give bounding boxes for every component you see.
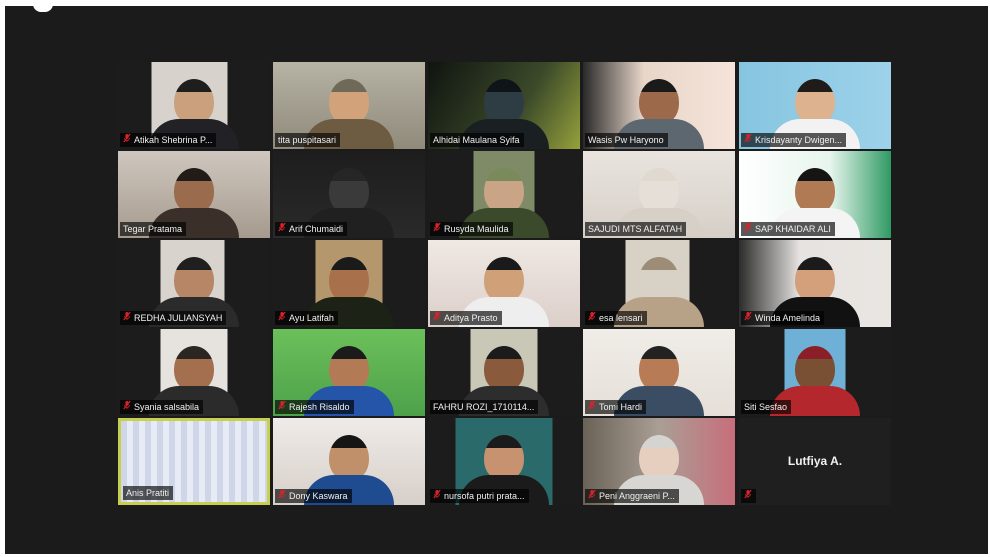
participant-name: Peni Anggraeni P... (599, 491, 675, 501)
participant-label: Wasis Pw Haryono (585, 133, 668, 147)
participant-tile[interactable]: Syania salsabila (118, 329, 270, 416)
participant-name: Rusyda Maulida (444, 224, 509, 234)
muted-mic-icon (433, 489, 441, 503)
participant-label: esa lensari (585, 311, 647, 325)
participant-label: Atikah Shebrina P... (120, 133, 217, 147)
participant-name: SAJUDI MTS ALFATAH (588, 224, 683, 234)
participant-name: esa lensari (599, 313, 643, 323)
participant-tile[interactable]: Arif Chumaidi (273, 151, 425, 238)
muted-mic-icon (123, 133, 131, 147)
participant-tile[interactable]: FAHRU ROZI_1710114... (428, 329, 580, 416)
muted-mic-icon (588, 400, 596, 414)
participant-tile[interactable]: tita puspitasari (273, 62, 425, 149)
muted-mic-icon (588, 311, 596, 325)
participant-tile[interactable]: Tegar Pratama (118, 151, 270, 238)
muted-mic-icon (744, 311, 752, 325)
participant-name: Tegar Pratama (123, 224, 183, 234)
muted-mic-icon (278, 222, 286, 236)
participant-label: Rajesh Risaldo (275, 400, 354, 414)
participant-name: Winda Amelinda (755, 313, 821, 323)
participant-grid: Atikah Shebrina P... tita puspitasari Al… (5, 6, 988, 554)
participant-label: Ayu Latifah (275, 311, 338, 325)
participant-label: Krisdayanty Dwigen... (741, 133, 847, 147)
participant-name: Krisdayanty Dwigen... (755, 135, 843, 145)
participant-label: Aditya Prasto (430, 311, 502, 325)
participant-tile[interactable]: REDHA JULIANSYAH (118, 240, 270, 327)
participant-name: tita puspitasari (278, 135, 337, 145)
participant-name: Syania salsabila (134, 402, 200, 412)
participant-tile[interactable]: Siti Sesfao (739, 329, 891, 416)
video-grid-window: Atikah Shebrina P... tita puspitasari Al… (5, 2, 988, 554)
participant-label: nursofa putri prata... (430, 489, 529, 503)
muted-mic-icon (278, 400, 286, 414)
participant-tile[interactable]: SAJUDI MTS ALFATAH (583, 151, 735, 238)
participant-label: REDHA JULIANSYAH (120, 311, 227, 325)
participant-name: Siti Sesfao (744, 402, 788, 412)
muted-mic-icon (433, 222, 441, 236)
participant-name: Anis Pratiti (126, 488, 170, 498)
participant-label: Winda Amelinda (741, 311, 825, 325)
muted-mic-icon (123, 400, 131, 414)
participant-label: FAHRU ROZI_1710114... (430, 400, 539, 414)
participant-label: Rusyda Maulida (430, 222, 513, 236)
participant-name: Arif Chumaidi (289, 224, 344, 234)
participant-name: Dony Kaswara (289, 491, 348, 501)
participant-name: FAHRU ROZI_1710114... (433, 402, 535, 412)
participant-name: Wasis Pw Haryono (588, 135, 664, 145)
participant-name: Tomi Hardi (599, 402, 643, 412)
participant-tile[interactable]: Alhidai Maulana Syifa (428, 62, 580, 149)
participant-tile[interactable]: SAP KHAIDAR ALI (739, 151, 891, 238)
participant-label: SAP KHAIDAR ALI (741, 222, 835, 236)
muted-mic-icon (588, 489, 596, 503)
participant-name: Atikah Shebrina P... (134, 135, 213, 145)
participant-label: Alhidai Maulana Syifa (430, 133, 524, 147)
participant-tile[interactable]: Dony Kaswara (273, 418, 425, 505)
participant-tile[interactable]: Atikah Shebrina P... (118, 62, 270, 149)
muted-mic-icon (278, 311, 286, 325)
participant-name: Ayu Latifah (289, 313, 334, 323)
muted-mic-icon (744, 133, 752, 147)
participant-label: tita puspitasari (275, 133, 341, 147)
participant-label: Arif Chumaidi (275, 222, 348, 236)
participant-label: Syania salsabila (120, 400, 204, 414)
participant-tile[interactable]: Wasis Pw Haryono (583, 62, 735, 149)
participant-tile[interactable]: Rajesh Risaldo (273, 329, 425, 416)
participant-label: Anis Pratiti (123, 486, 174, 500)
participant-tile[interactable]: esa lensari (583, 240, 735, 327)
participant-label: Tegar Pratama (120, 222, 187, 236)
participant-label (741, 489, 756, 503)
participant-label: SAJUDI MTS ALFATAH (585, 222, 687, 236)
participant-tile[interactable]: Ayu Latifah (273, 240, 425, 327)
participant-name: REDHA JULIANSYAH (134, 313, 223, 323)
participant-tile[interactable]: nursofa putri prata... (428, 418, 580, 505)
participant-tile[interactable]: Tomi Hardi (583, 329, 735, 416)
participant-label: Siti Sesfao (741, 400, 792, 414)
muted-mic-icon (278, 489, 286, 503)
participant-tile[interactable]: Winda Amelinda (739, 240, 891, 327)
participant-label: Peni Anggraeni P... (585, 489, 679, 503)
muted-mic-icon (123, 311, 131, 325)
participant-tile[interactable]: Aditya Prasto (428, 240, 580, 327)
active-speaker-tile[interactable]: Anis Pratiti (118, 418, 270, 505)
participant-tile[interactable]: Krisdayanty Dwigen... (739, 62, 891, 149)
participant-name: nursofa putri prata... (444, 491, 525, 501)
muted-mic-icon (744, 222, 752, 236)
participant-name: Rajesh Risaldo (289, 402, 350, 412)
muted-mic-icon (433, 311, 441, 325)
participant-label: Tomi Hardi (585, 400, 647, 414)
participant-label: Dony Kaswara (275, 489, 352, 503)
participant-name: Aditya Prasto (444, 313, 498, 323)
camera-off-display-name: Lutfiya A. (787, 454, 843, 468)
participant-name: SAP KHAIDAR ALI (755, 224, 831, 234)
participant-tile[interactable]: Peni Anggraeni P... (583, 418, 735, 505)
participant-tile[interactable]: Rusyda Maulida (428, 151, 580, 238)
participant-name: Alhidai Maulana Syifa (433, 135, 520, 145)
participant-tile[interactable]: Lutfiya A. (739, 418, 891, 505)
muted-mic-icon (744, 489, 752, 503)
